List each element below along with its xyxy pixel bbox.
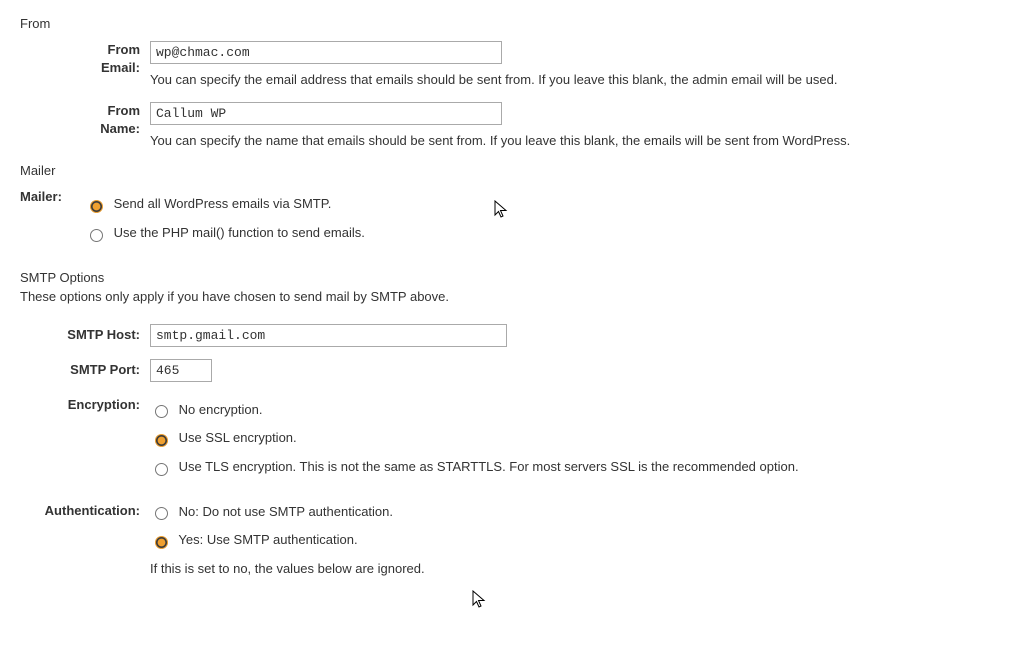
auth-label: Authentication:: [20, 490, 150, 586]
mailer-label: Mailer:: [20, 182, 85, 255]
from-legend: From: [20, 16, 1004, 31]
auth-radio-yes[interactable]: [155, 536, 168, 549]
encryption-option-none[interactable]: No encryption.: [150, 398, 1004, 423]
mailer-radio-smtp[interactable]: [90, 200, 103, 213]
from-name-desc: You can specify the name that emails sho…: [150, 131, 930, 151]
from-email-input[interactable]: [150, 41, 502, 64]
encryption-label: Encryption:: [20, 388, 150, 490]
smtp-host-input[interactable]: [150, 324, 507, 347]
smtp-note: These options only apply if you have cho…: [20, 289, 1004, 304]
from-name-input[interactable]: [150, 102, 502, 125]
auth-option-no[interactable]: No: Do not use SMTP authentication.: [150, 500, 1004, 525]
encryption-option-ssl[interactable]: Use SSL encryption.: [150, 426, 1004, 451]
mailer-radio-php[interactable]: [90, 229, 103, 242]
auth-radio-no[interactable]: [155, 507, 168, 520]
mailer-legend: Mailer: [20, 163, 1004, 178]
from-name-label: From Name:: [100, 102, 140, 137]
encryption-radio-none[interactable]: [155, 405, 168, 418]
encryption-radio-tls[interactable]: [155, 463, 168, 476]
smtp-host-label: SMTP Host:: [20, 318, 150, 353]
from-email-desc: You can specify the email address that e…: [150, 70, 930, 90]
smtp-port-label: SMTP Port:: [20, 353, 150, 388]
mailer-option-php[interactable]: Use the PHP mail() function to send emai…: [85, 221, 1004, 246]
smtp-legend: SMTP Options: [20, 270, 1004, 285]
encryption-option-tls[interactable]: Use TLS encryption. This is not the same…: [150, 455, 1004, 480]
encryption-radio-ssl[interactable]: [155, 434, 168, 447]
mailer-option-smtp[interactable]: Send all WordPress emails via SMTP.: [85, 192, 1004, 217]
auth-option-yes[interactable]: Yes: Use SMTP authentication.: [150, 528, 1004, 553]
smtp-port-input[interactable]: [150, 359, 212, 382]
cursor-icon: [472, 590, 488, 610]
auth-hint: If this is set to no, the values below a…: [150, 559, 930, 579]
from-email-label: From Email:: [101, 41, 140, 76]
